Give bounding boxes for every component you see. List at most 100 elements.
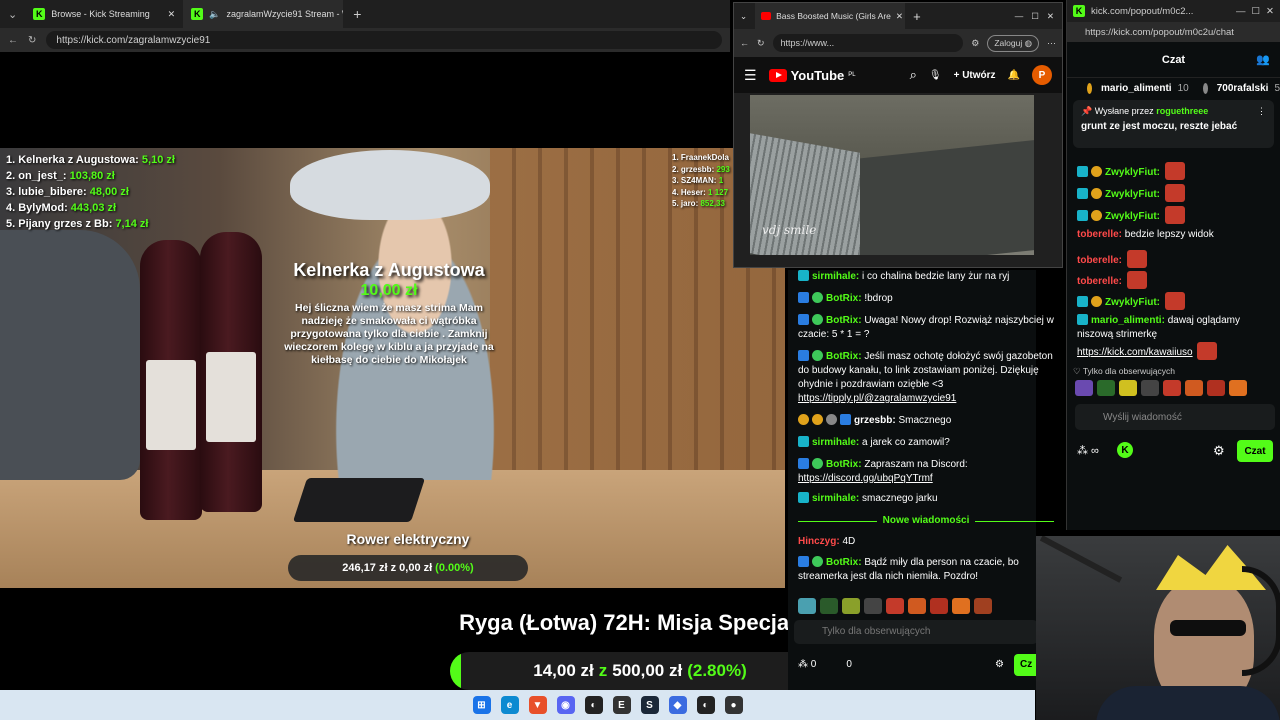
- verified-badge-icon: [812, 350, 823, 361]
- tab-youtube[interactable]: Bass Boosted Music (Girls Are ✕: [755, 3, 906, 29]
- sub-badge-icon: [1077, 188, 1088, 199]
- gear-icon[interactable]: ⚙: [995, 658, 1004, 672]
- donor-row: 5. jaro: 852,33: [672, 199, 725, 208]
- more-icon[interactable]: ⋮: [1257, 106, 1266, 117]
- chat-link[interactable]: https://kick.com/kawaiiuso: [1077, 347, 1193, 358]
- login-button[interactable]: Zaloguj ◍: [987, 34, 1039, 52]
- users-icon[interactable]: 👥: [1256, 53, 1270, 66]
- emote-icon[interactable]: [1141, 380, 1159, 396]
- brave-icon[interactable]: ▼: [528, 696, 547, 714]
- tab-list-icon[interactable]: ⌄: [0, 8, 25, 21]
- emote-icon[interactable]: [820, 598, 838, 614]
- chat-message: toberelle:: [1077, 271, 1277, 289]
- emote-icon[interactable]: [798, 598, 816, 614]
- emote-icon[interactable]: [1097, 380, 1115, 396]
- search-icon[interactable]: ⌕: [910, 67, 917, 83]
- emote-icon[interactable]: [1207, 380, 1225, 396]
- minimize-icon[interactable]: —: [1236, 6, 1246, 17]
- reload-icon[interactable]: ↻: [757, 38, 765, 49]
- webcam-feed: [1036, 536, 1280, 720]
- emote-icon[interactable]: [1163, 380, 1181, 396]
- edge-icon[interactable]: e: [500, 696, 519, 714]
- chat-link[interactable]: https://tipply.pl/@zagralamwzycie91: [798, 393, 956, 404]
- emote-icon[interactable]: [1229, 380, 1247, 396]
- app-icon[interactable]: ◐: [696, 696, 715, 714]
- close-tab-icon[interactable]: ✕: [896, 11, 903, 22]
- top-right-list: 1. FraanekDola 2. grzesbb: 293 3. SZ4MAN…: [672, 152, 730, 210]
- gift-badge-icon: [798, 414, 809, 425]
- steam-icon[interactable]: S: [640, 696, 659, 714]
- screen: ⌄ K Browse - Kick Streaming ✕ K 🔈 zagral…: [0, 0, 1280, 720]
- sub-badge-icon: [1077, 296, 1088, 307]
- follow-only-label: ♡ Tylko dla obserwujących: [1073, 366, 1175, 376]
- emote-icon[interactable]: [864, 598, 882, 614]
- url-field[interactable]: https://kick.com/zagralamwzycie91: [46, 31, 722, 49]
- app-icon[interactable]: ◆: [668, 696, 687, 714]
- minimize-icon[interactable]: —: [1015, 11, 1024, 21]
- back-icon[interactable]: ←: [740, 38, 749, 48]
- avatar[interactable]: P: [1032, 65, 1052, 85]
- maximize-icon[interactable]: ☐: [1252, 6, 1261, 17]
- emote-icon[interactable]: [952, 598, 970, 614]
- bot-badge-icon: [798, 458, 809, 469]
- chat-message: ZwyklyFiut:: [1077, 162, 1277, 180]
- youtube-header: ☰ YouTube PL ⌕ 🎙 + Utwórz 🔔 P: [734, 57, 1062, 93]
- video-bottle: [140, 240, 202, 520]
- tab-list-icon[interactable]: ⌄: [740, 11, 747, 22]
- video-watermark: vdj smile: [762, 223, 817, 237]
- tab-stream[interactable]: K 🔈 zagralamWzycie91 Stream - W ✕: [183, 0, 344, 28]
- main-tabbar: ⌄ K Browse - Kick Streaming ✕ K 🔈 zagral…: [0, 0, 730, 28]
- close-tab-icon[interactable]: ✕: [168, 9, 176, 20]
- points-counter[interactable]: ⁂ 0: [798, 658, 816, 672]
- new-tab-icon[interactable]: +: [913, 9, 921, 24]
- emote-icon[interactable]: [1119, 380, 1137, 396]
- bell-icon[interactable]: 🔔: [1008, 70, 1020, 81]
- kick-favicon-icon: K: [191, 8, 204, 20]
- chat-link[interactable]: https://discord.gg/ubqPqYTrmf: [798, 473, 933, 484]
- emote-icon[interactable]: [1075, 380, 1093, 396]
- badge-icon: [826, 414, 837, 425]
- gear-icon[interactable]: ⚙: [1213, 443, 1225, 459]
- epic-games-icon[interactable]: E: [612, 696, 631, 714]
- sub-badge-icon: [1077, 210, 1088, 221]
- headset: [1242, 566, 1280, 676]
- bot-badge-icon: [798, 314, 809, 325]
- extensions-icon[interactable]: ⚙: [971, 38, 979, 49]
- kick-icon[interactable]: K: [1117, 442, 1133, 458]
- popout-addressbar[interactable]: https://kick.com/popout/m0c2u/chat: [1067, 22, 1280, 42]
- emote-icon[interactable]: [1185, 380, 1203, 396]
- mic-icon[interactable]: 🎙: [929, 70, 942, 81]
- close-window-icon[interactable]: ✕: [1266, 6, 1274, 17]
- url-field[interactable]: https://www...: [772, 34, 964, 52]
- new-tab-icon[interactable]: +: [343, 6, 371, 22]
- emote-icon[interactable]: [974, 598, 992, 614]
- bot-badge-icon: [798, 350, 809, 361]
- maximize-icon[interactable]: ☐: [1031, 11, 1039, 22]
- send-button[interactable]: Czat: [1237, 440, 1273, 462]
- youtube-window: ⌄ Bass Boosted Music (Girls Are ✕ + — ☐ …: [733, 2, 1063, 268]
- create-button[interactable]: + Utwórz: [954, 70, 996, 81]
- reload-icon[interactable]: ↻: [28, 35, 36, 46]
- sub-badge-icon: [798, 436, 809, 447]
- back-icon[interactable]: ←: [8, 35, 18, 46]
- emote-icon[interactable]: [908, 598, 926, 614]
- message-input[interactable]: Wyślij wiadomość: [1075, 404, 1275, 430]
- discord-icon[interactable]: ◉: [556, 696, 575, 714]
- youtube-logo[interactable]: YouTube PL: [768, 68, 856, 83]
- more-icon[interactable]: ⋯: [1047, 38, 1056, 49]
- windows-start-icon[interactable]: ⊞: [472, 696, 491, 714]
- speaker-icon[interactable]: 🔈: [209, 9, 220, 20]
- close-window-icon[interactable]: ✕: [1047, 11, 1062, 22]
- menu-icon[interactable]: ☰: [744, 67, 757, 84]
- emote-icon[interactable]: [930, 598, 948, 614]
- emote-icon: [1126, 250, 1147, 268]
- emote-icon[interactable]: [842, 598, 860, 614]
- bot-badge-icon: [798, 292, 809, 303]
- chat-input[interactable]: Tylko dla obserwujących: [794, 620, 1038, 644]
- emote-icon[interactable]: [886, 598, 904, 614]
- obs-icon[interactable]: ●: [724, 696, 743, 714]
- app-icon[interactable]: ◐: [584, 696, 603, 714]
- tab-browse-kick[interactable]: K Browse - Kick Streaming ✕: [25, 0, 183, 28]
- points-icon[interactable]: ⁂ ∞: [1077, 444, 1099, 457]
- youtube-tabbar: ⌄ Bass Boosted Music (Girls Are ✕ + — ☐ …: [734, 3, 1062, 29]
